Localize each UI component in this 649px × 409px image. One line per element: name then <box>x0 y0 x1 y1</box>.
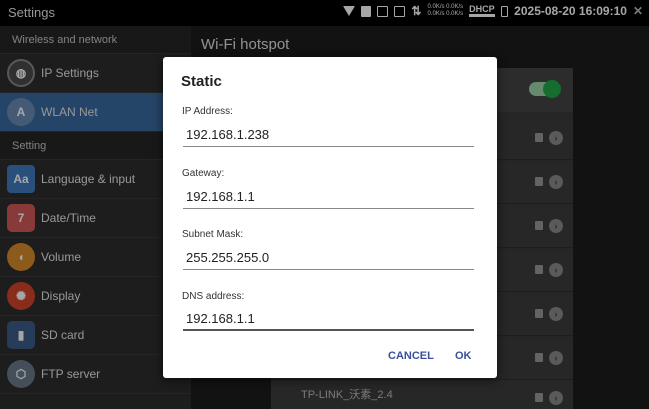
chevron-right-icon[interactable]: › <box>549 391 563 405</box>
network-name: TP-LINK_沃素_2.4 <box>301 389 393 401</box>
ip-address-label: IP Address: <box>182 106 233 117</box>
subnet-mask-field[interactable] <box>183 246 474 270</box>
gateway-field[interactable] <box>183 185 474 209</box>
display-icon: ✺ <box>7 282 35 310</box>
lock-icon <box>535 177 543 186</box>
lock-icon <box>535 309 543 318</box>
language-icon: Aa <box>7 165 35 193</box>
speed-up: 0.0K/s 0.0K/s <box>427 4 464 10</box>
chevron-right-icon[interactable]: › <box>549 351 563 365</box>
lock-icon <box>535 353 543 362</box>
wifi-icon <box>343 6 356 16</box>
sidebar-item-label: Display <box>41 289 81 303</box>
dns-address-field[interactable] <box>183 307 474 331</box>
sidebar-item-label: WLAN Net <box>41 105 98 119</box>
chevron-right-icon[interactable]: › <box>549 175 563 189</box>
network-row[interactable]: TP-LINK_沃素_2.4 › <box>271 380 573 409</box>
dialog-title: Static <box>181 73 222 90</box>
status-icons: ⇅ 0.0K/s 0.0K/s 0.0K/s 0.0K/s DHCP 2025-… <box>343 4 643 18</box>
ip-address-field[interactable] <box>183 123 474 147</box>
dhcp-indicator: DHCP <box>469 4 496 17</box>
usb-icon <box>394 5 406 17</box>
cancel-button[interactable]: CANCEL <box>388 350 434 362</box>
status-datetime: 2025-08-20 16:09:10 <box>514 4 627 18</box>
sidebar-item-label: Language & input <box>41 172 136 186</box>
storage-icon <box>377 5 389 17</box>
sim-card-icon <box>361 5 372 17</box>
chevron-right-icon[interactable]: › <box>549 219 563 233</box>
status-bar: Settings ⇅ 0.0K/s 0.0K/s 0.0K/s 0.0K/s D… <box>0 0 649 26</box>
status-title: Settings <box>8 5 55 20</box>
chevron-right-icon[interactable]: › <box>549 263 563 277</box>
sd-card-icon: ▮ <box>7 321 35 349</box>
subnet-mask-label: Subnet Mask: <box>182 229 244 240</box>
sidebar-item-label: IP Settings <box>41 66 99 80</box>
sidebar-item-label: Volume <box>41 250 82 264</box>
lock-icon <box>535 133 543 142</box>
chevron-right-icon[interactable]: › <box>549 307 563 321</box>
page-title: Wi-Fi hotspot <box>201 36 290 53</box>
static-ip-dialog: Static IP Address: Gateway: Subnet Mask:… <box>163 57 497 378</box>
section-wireless-and-network: Wireless and network <box>0 26 191 54</box>
close-icon[interactable]: ✕ <box>633 4 643 18</box>
sidebar-item-label: Date/Time <box>41 211 96 225</box>
volume-icon: ◖ <box>7 243 35 271</box>
ok-button[interactable]: OK <box>455 350 472 362</box>
lock-icon <box>535 393 543 402</box>
ftp-icon: ⬡ <box>7 360 35 388</box>
lock-icon <box>535 221 543 230</box>
sidebar-item-label: FTP server <box>41 367 101 381</box>
lock-icon <box>535 265 543 274</box>
dhcp-label: DHCP <box>469 4 495 14</box>
wlan-icon: A <box>7 98 35 126</box>
network-speed: 0.0K/s 0.0K/s 0.0K/s 0.0K/s <box>427 4 463 18</box>
dhcp-bar-icon <box>469 14 496 17</box>
wifi-toggle[interactable] <box>529 80 561 98</box>
data-transfer-icon: ⇅ <box>411 4 422 18</box>
calendar-icon: 7 <box>7 204 35 232</box>
gateway-label: Gateway: <box>182 168 225 179</box>
dns-address-label: DNS address: <box>182 291 245 302</box>
chevron-right-icon[interactable]: › <box>549 131 563 145</box>
sidebar-item-label: SD card <box>41 328 85 342</box>
globe-icon: ◍ <box>7 59 35 87</box>
battery-icon <box>501 5 509 17</box>
speed-down: 0.0K/s 0.0K/s <box>427 11 464 17</box>
